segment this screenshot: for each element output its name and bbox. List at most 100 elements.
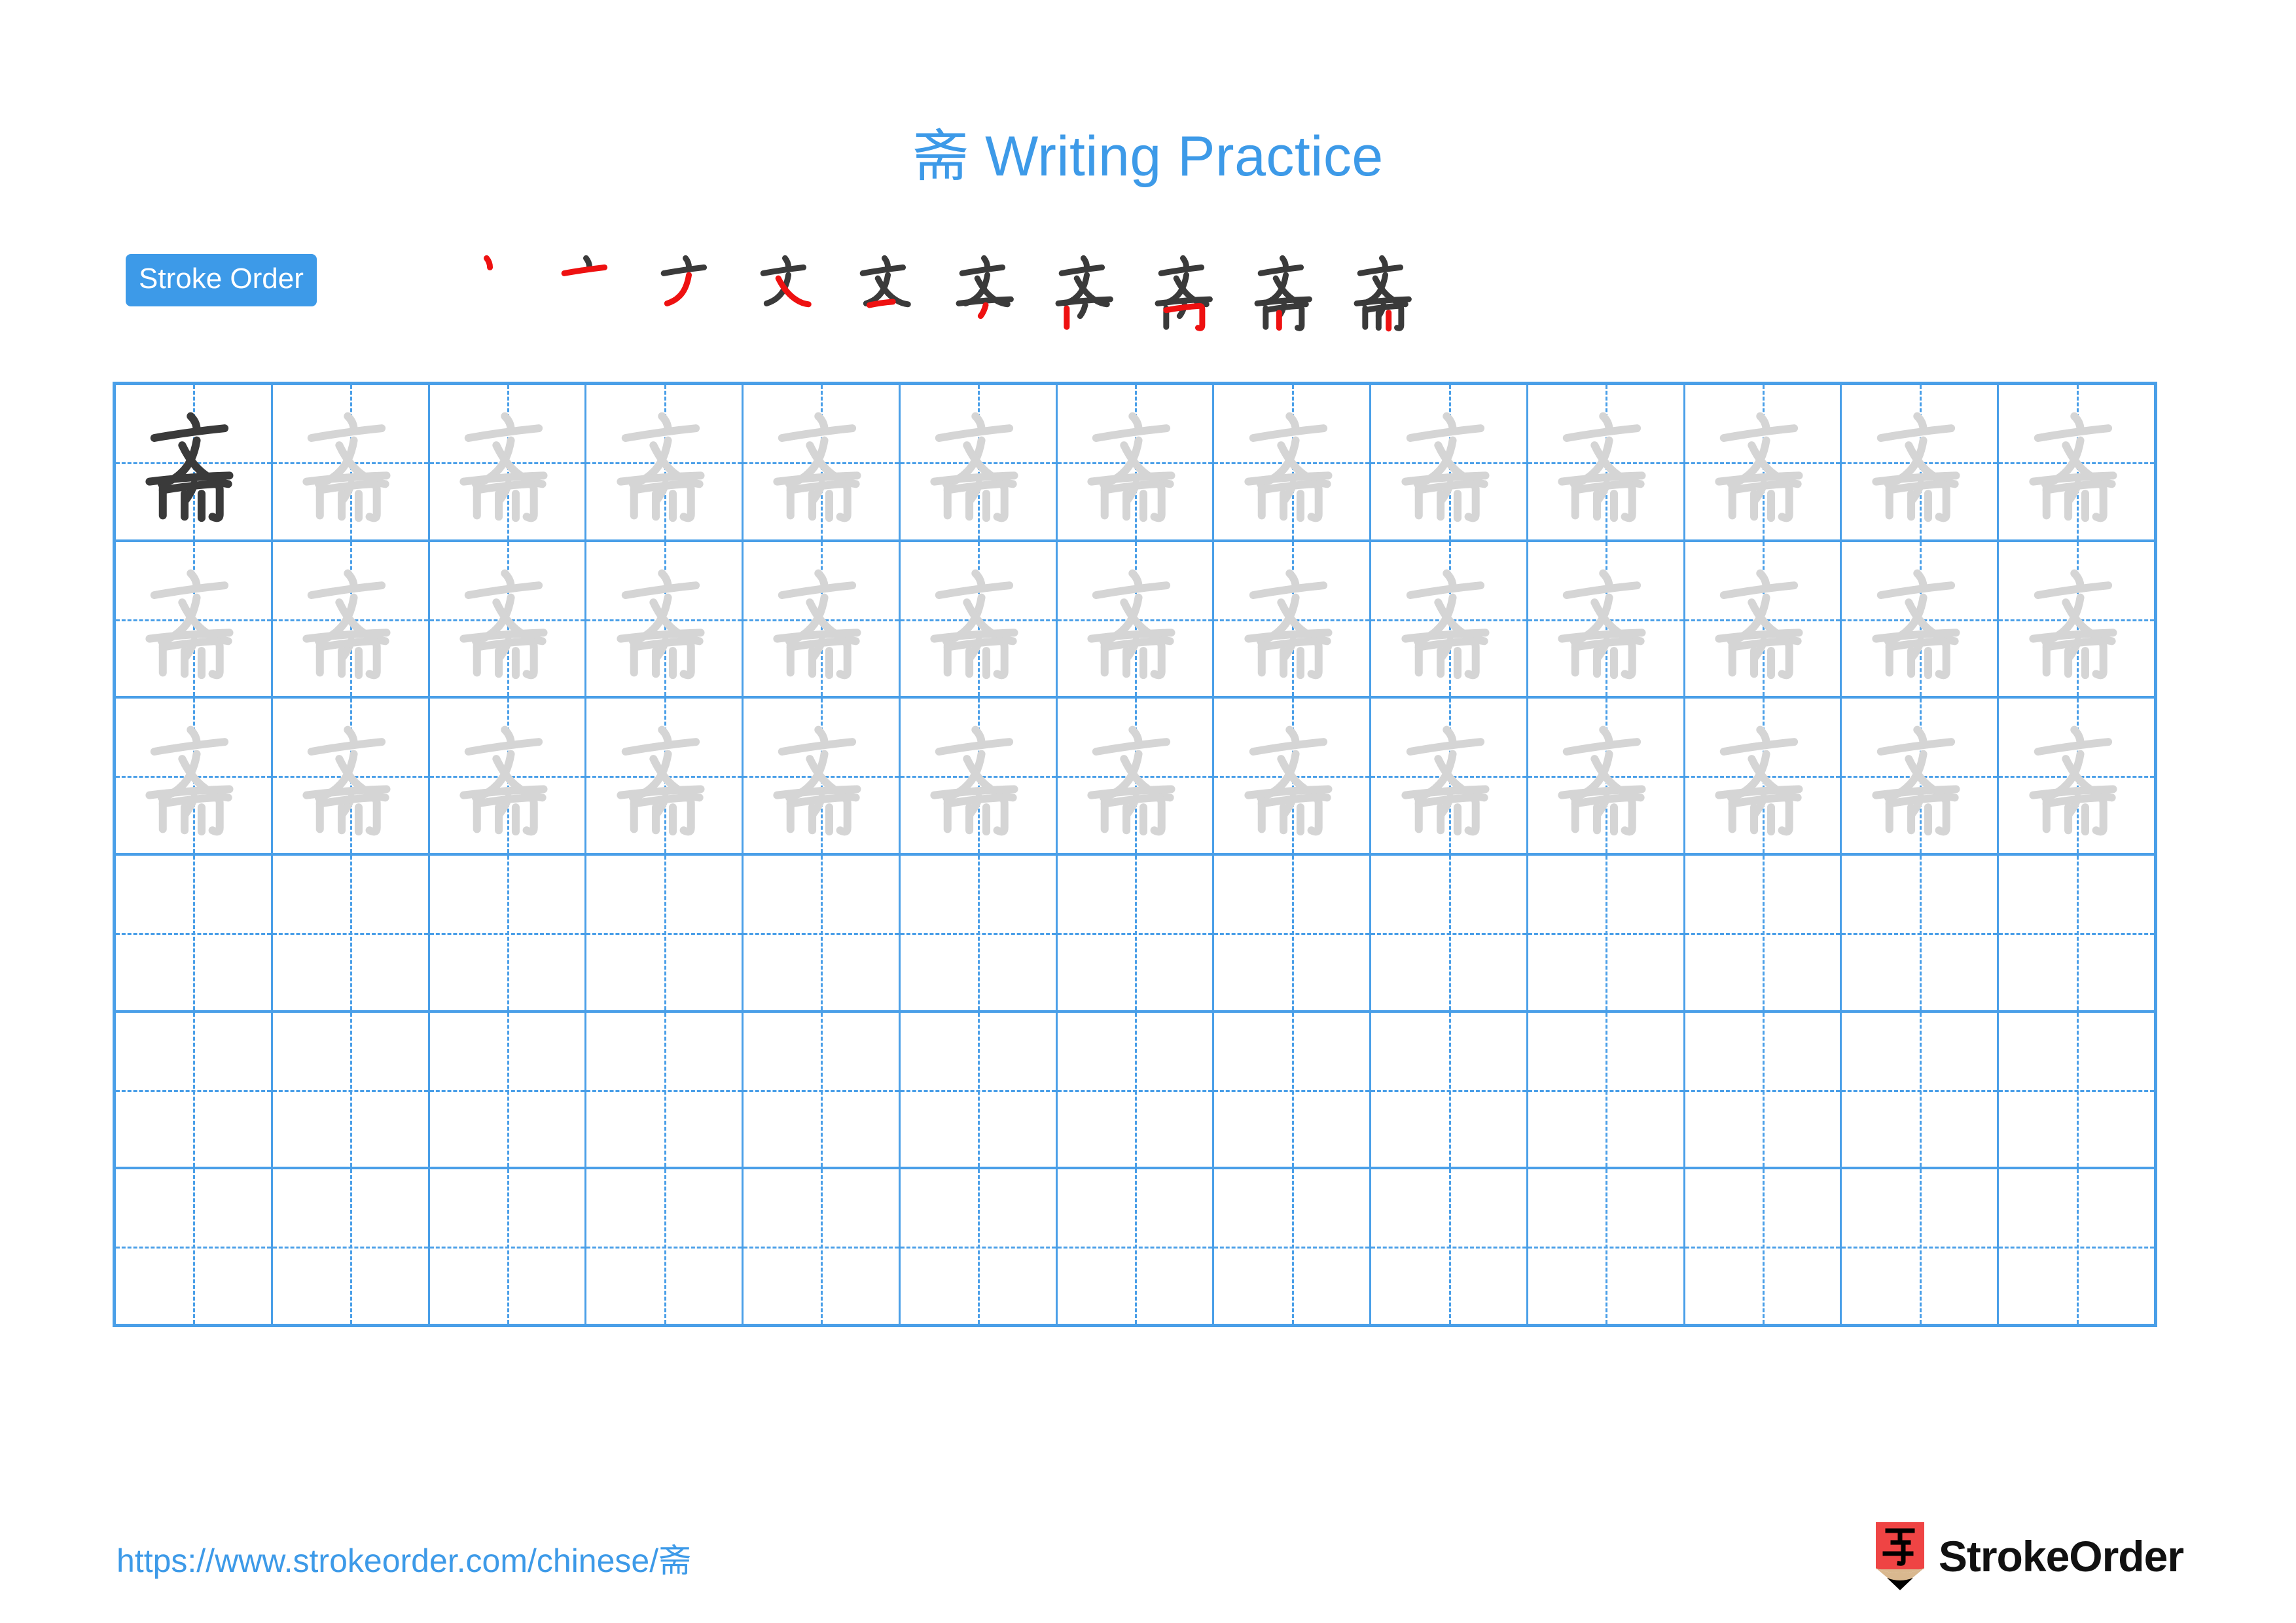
grid-cell-trace[interactable] xyxy=(1999,385,2154,539)
grid-cell-trace[interactable] xyxy=(1214,541,1372,697)
grid-cell-trace[interactable] xyxy=(1057,541,1215,697)
grid-cell-empty[interactable] xyxy=(116,1169,273,1324)
grid-cell-trace[interactable] xyxy=(272,699,430,854)
grid-cell-empty[interactable] xyxy=(1528,856,1685,1010)
grid-cell-trace[interactable] xyxy=(586,541,744,697)
grid-cell-empty[interactable] xyxy=(586,1012,744,1167)
grid-cell-trace[interactable] xyxy=(1528,699,1685,854)
grid-cell-trace[interactable] xyxy=(429,699,587,854)
grid-cell-trace[interactable] xyxy=(900,541,1058,697)
grid-cell-trace[interactable] xyxy=(1057,385,1215,539)
grid-cell-trace[interactable] xyxy=(1685,699,1842,854)
grid-cell-empty[interactable] xyxy=(1371,856,1528,1010)
character-glyph-trace xyxy=(1388,716,1509,837)
grid-cell-trace[interactable] xyxy=(1528,541,1685,697)
grid-cell-trace[interactable] xyxy=(272,385,430,539)
grid-cell-empty[interactable] xyxy=(1528,1012,1685,1167)
grid-cell-trace[interactable] xyxy=(272,541,430,697)
character-glyph-trace xyxy=(446,716,567,837)
grid-cell-empty[interactable] xyxy=(1214,1012,1372,1167)
grid-cell-empty[interactable] xyxy=(1999,1012,2154,1167)
grid-cell-empty[interactable] xyxy=(1685,856,1842,1010)
grid-cell-trace[interactable] xyxy=(1999,699,2154,853)
grid-row xyxy=(116,699,2154,856)
grid-cell-empty[interactable] xyxy=(272,856,430,1010)
grid-cell-empty[interactable] xyxy=(744,1169,901,1324)
grid-cell-empty[interactable] xyxy=(116,1012,273,1167)
stroke-step-8 xyxy=(1135,241,1234,339)
grid-cell-empty[interactable] xyxy=(1214,1169,1372,1324)
grid-cell-empty[interactable] xyxy=(1371,1012,1528,1167)
grid-cell-empty[interactable] xyxy=(1057,1169,1215,1324)
character-glyph-trace xyxy=(1545,558,1666,680)
grid-cell-empty[interactable] xyxy=(1842,1012,2000,1167)
grid-cell-empty[interactable] xyxy=(744,856,901,1010)
grid-cell-empty[interactable] xyxy=(1371,1169,1528,1324)
grid-cell-trace[interactable] xyxy=(1214,699,1372,854)
character-glyph-trace xyxy=(761,401,882,522)
grid-cell-empty[interactable] xyxy=(429,1012,587,1167)
grid-cell-trace[interactable] xyxy=(1685,385,1842,539)
character-glyph-trace xyxy=(761,716,882,837)
grid-cell-trace[interactable] xyxy=(1842,699,2000,854)
grid-cell-trace[interactable] xyxy=(1842,385,2000,539)
stroke-order-sequence xyxy=(439,241,1433,339)
grid-row xyxy=(116,1012,2154,1170)
grid-cell-empty[interactable] xyxy=(1685,1169,1842,1324)
grid-row xyxy=(116,856,2154,1013)
grid-cell-empty[interactable] xyxy=(900,856,1058,1010)
grid-cell-trace[interactable] xyxy=(586,385,744,539)
grid-cell-trace[interactable] xyxy=(1371,699,1528,854)
grid-cell-trace[interactable] xyxy=(1685,541,1842,697)
grid-cell-trace[interactable] xyxy=(744,385,901,539)
character-glyph-trace xyxy=(1859,401,1980,522)
grid-cell-empty[interactable] xyxy=(1842,1169,2000,1324)
grid-cell-empty[interactable] xyxy=(1057,1012,1215,1167)
stroke-step-1 xyxy=(439,241,538,339)
grid-cell-empty[interactable] xyxy=(272,1012,430,1167)
brand-name-text: StrokeOrder xyxy=(1938,1532,2184,1580)
character-glyph-trace xyxy=(603,401,725,522)
grid-cell-trace[interactable] xyxy=(1842,541,2000,697)
grid-cell-empty[interactable] xyxy=(900,1169,1058,1324)
grid-cell-empty[interactable] xyxy=(1685,1012,1842,1167)
grid-cell-example[interactable] xyxy=(116,385,273,539)
grid-cell-trace[interactable] xyxy=(744,699,901,854)
character-glyph-trace xyxy=(1702,401,1823,522)
grid-cell-trace[interactable] xyxy=(1371,541,1528,697)
grid-cell-empty[interactable] xyxy=(429,1169,587,1324)
grid-cell-trace[interactable] xyxy=(744,541,901,697)
grid-cell-empty[interactable] xyxy=(429,856,587,1010)
grid-cell-empty[interactable] xyxy=(744,1012,901,1167)
character-glyph-trace xyxy=(290,558,411,680)
grid-cell-empty[interactable] xyxy=(586,1169,744,1324)
brand-logo[interactable]: StrokeOrder xyxy=(1875,1520,2184,1592)
grid-cell-empty[interactable] xyxy=(1214,856,1372,1010)
grid-cell-trace[interactable] xyxy=(429,541,587,697)
grid-cell-trace[interactable] xyxy=(116,541,273,697)
grid-cell-trace[interactable] xyxy=(429,385,587,539)
grid-cell-trace[interactable] xyxy=(1528,385,1685,539)
grid-cell-trace[interactable] xyxy=(900,385,1058,539)
grid-cell-trace[interactable] xyxy=(116,699,273,854)
grid-cell-trace[interactable] xyxy=(1057,699,1215,854)
grid-cell-empty[interactable] xyxy=(900,1012,1058,1167)
grid-cell-trace[interactable] xyxy=(586,699,744,854)
grid-cell-empty[interactable] xyxy=(1057,856,1215,1010)
grid-cell-empty[interactable] xyxy=(1528,1169,1685,1324)
grid-cell-empty[interactable] xyxy=(116,856,273,1010)
grid-cell-trace[interactable] xyxy=(1371,385,1528,539)
grid-cell-empty[interactable] xyxy=(272,1169,430,1324)
grid-cell-empty[interactable] xyxy=(1999,1169,2154,1324)
grid-cell-empty[interactable] xyxy=(1842,856,2000,1010)
grid-cell-empty[interactable] xyxy=(1999,856,2154,1010)
grid-cell-trace[interactable] xyxy=(1214,385,1372,539)
character-glyph-trace xyxy=(2016,558,2137,680)
character-glyph-trace xyxy=(1702,558,1823,680)
grid-cell-trace[interactable] xyxy=(1999,541,2154,697)
grid-row xyxy=(116,385,2154,542)
character-glyph-trace xyxy=(603,716,725,837)
footer-url-link[interactable]: https://www.strokeorder.com/chinese/斋 xyxy=(117,1535,691,1582)
grid-cell-trace[interactable] xyxy=(900,699,1058,854)
grid-cell-empty[interactable] xyxy=(586,856,744,1010)
